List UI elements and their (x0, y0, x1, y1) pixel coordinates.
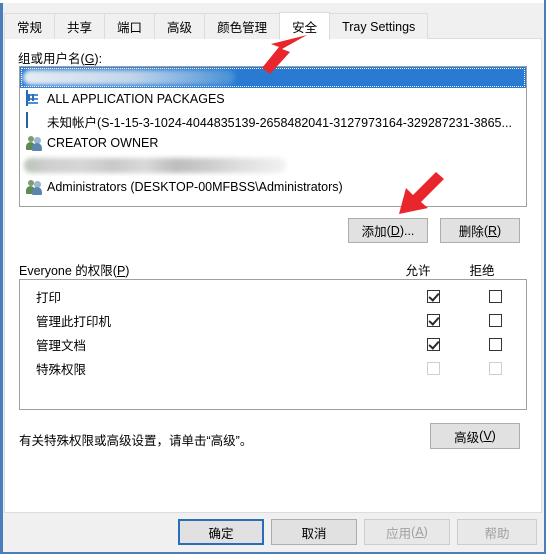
redacted-name-icon (24, 157, 286, 173)
tab-5[interactable]: 安全 (279, 12, 331, 40)
apply-button-accel: A (415, 525, 424, 539)
allow-checkbox[interactable] (426, 337, 440, 351)
permission-row: 管理文档 (20, 332, 526, 356)
tab-label: 常规 (17, 21, 43, 35)
list-item[interactable]: CREATOR OWNER (20, 132, 526, 154)
list-item[interactable]: ALL APPLICATION PACKAGES (20, 88, 526, 110)
group-label-text: 组或用户名 (18, 52, 81, 66)
advanced-button-accel: V (483, 429, 492, 443)
group-label-accel: G (84, 52, 95, 66)
deny-checkbox[interactable] (488, 289, 502, 303)
permission-name: 打印 (36, 290, 62, 305)
permission-row: 打印 (20, 284, 526, 308)
apply-button-text: 应用 (386, 526, 412, 541)
allow-checkbox (426, 361, 440, 375)
advanced-hint-text: 有关特殊权限或高级设置，请单击“高级”。 (19, 434, 253, 448)
list-item-label: 未知帐户(S-1-15-3-1024-4044835139-2658482041… (47, 115, 512, 130)
list-item-label: CREATOR OWNER (47, 136, 159, 150)
list-item[interactable]: Administrators (DESKTOP-00MFBSS\Administ… (20, 176, 526, 198)
list-item[interactable] (20, 154, 526, 176)
permission-row: 特殊权限 (20, 356, 526, 380)
permission-name: 管理此打印机 (36, 314, 112, 329)
permission-name: 特殊权限 (36, 362, 87, 377)
redacted-name-icon (23, 70, 235, 85)
advanced-button[interactable]: 高级(V) (430, 423, 520, 449)
tab-strip: 常规 共享 端口 高级 颜色管理 安全 Tray Settings (4, 12, 542, 40)
list-item-label: Administrators (DESKTOP-00MFBSS\Administ… (47, 180, 343, 194)
tab-0[interactable]: 常规 (4, 13, 56, 39)
cancel-button-text: 取消 (301, 526, 327, 541)
deny-checkbox-cell (464, 361, 526, 375)
tab-2[interactable]: 端口 (104, 13, 156, 39)
allow-checkbox-cell (402, 337, 464, 351)
tab-label: 颜色管理 (217, 21, 268, 35)
deny-checkbox[interactable] (488, 313, 502, 327)
tab-label: 端口 (117, 21, 143, 35)
deny-checkbox-cell (464, 337, 526, 351)
allow-checkbox[interactable] (426, 313, 440, 327)
deny-checkbox-cell (464, 289, 526, 303)
advanced-button-text: 高级 (454, 430, 480, 445)
permission-row: 管理此打印机 (20, 308, 526, 332)
permission-name: 管理文档 (36, 338, 87, 353)
group-or-usernames-label: 组或用户名(G): (18, 52, 103, 66)
app-package-icon (26, 90, 42, 107)
cancel-button[interactable]: 取消 (271, 519, 357, 545)
tab-label: 共享 (67, 21, 93, 35)
tab-3[interactable]: 高级 (154, 13, 206, 39)
group-label-suffix: : (98, 52, 103, 66)
deny-checkbox (488, 361, 502, 375)
tab-1[interactable]: 共享 (54, 13, 106, 39)
tab-6[interactable]: Tray Settings (329, 13, 429, 39)
window-border-top (0, 0, 546, 3)
window-border-left (0, 0, 3, 554)
permissions-list[interactable]: 打印管理此打印机 管理文档特殊权限 (19, 279, 527, 410)
add-button-accel: D (390, 223, 400, 238)
user-group-icon (26, 135, 42, 151)
allow-checkbox-cell (402, 289, 464, 303)
add-button-text: 添加 (361, 225, 387, 239)
remove-button[interactable]: 删除(R) (440, 218, 520, 243)
permissions-label-text: Everyone 的权限 (19, 264, 113, 278)
help-button-text: 帮助 (484, 526, 510, 541)
user-group-icon (26, 179, 42, 195)
allow-checkbox[interactable] (426, 289, 440, 303)
allow-column-header: 允许 (405, 264, 431, 278)
group-or-usernames-list[interactable]: ALL APPLICATION PACKAGES 未知帐户(S-1-15-3-10… (19, 66, 527, 207)
printer-properties-dialog: 常规 共享 端口 高级 颜色管理 安全 Tray Settings 组或用户名(G): AL… (0, 0, 546, 554)
allow-checkbox-cell (402, 361, 464, 375)
tab-label: Tray Settings (342, 19, 416, 34)
unknown-account-icon (26, 112, 42, 129)
tab-label: 安全 (292, 20, 318, 35)
list-item-label: ALL APPLICATION PACKAGES (47, 92, 225, 106)
apply-button: 应用(A) (364, 519, 450, 545)
list-item[interactable] (20, 67, 526, 88)
deny-checkbox-cell (464, 313, 526, 327)
ok-button[interactable]: 确定 (178, 519, 264, 545)
deny-checkbox[interactable] (488, 337, 502, 351)
add-button[interactable]: 添加(D)... (348, 218, 428, 243)
allow-checkbox-cell (402, 313, 464, 327)
remove-button-accel: R (487, 223, 498, 238)
deny-column-header: 拒绝 (469, 264, 495, 278)
ok-button-text: 确定 (208, 526, 234, 541)
tab-label: 高级 (167, 21, 193, 35)
remove-button-text: 删除 (458, 225, 484, 239)
help-button: 帮助 (457, 519, 537, 545)
permissions-label: Everyone 的权限(P) (19, 264, 130, 278)
add-button-suffix: ... (403, 223, 415, 238)
tab-4[interactable]: 颜色管理 (204, 13, 281, 39)
list-item[interactable]: 未知帐户(S-1-15-3-1024-4044835139-2658482041… (20, 110, 526, 132)
